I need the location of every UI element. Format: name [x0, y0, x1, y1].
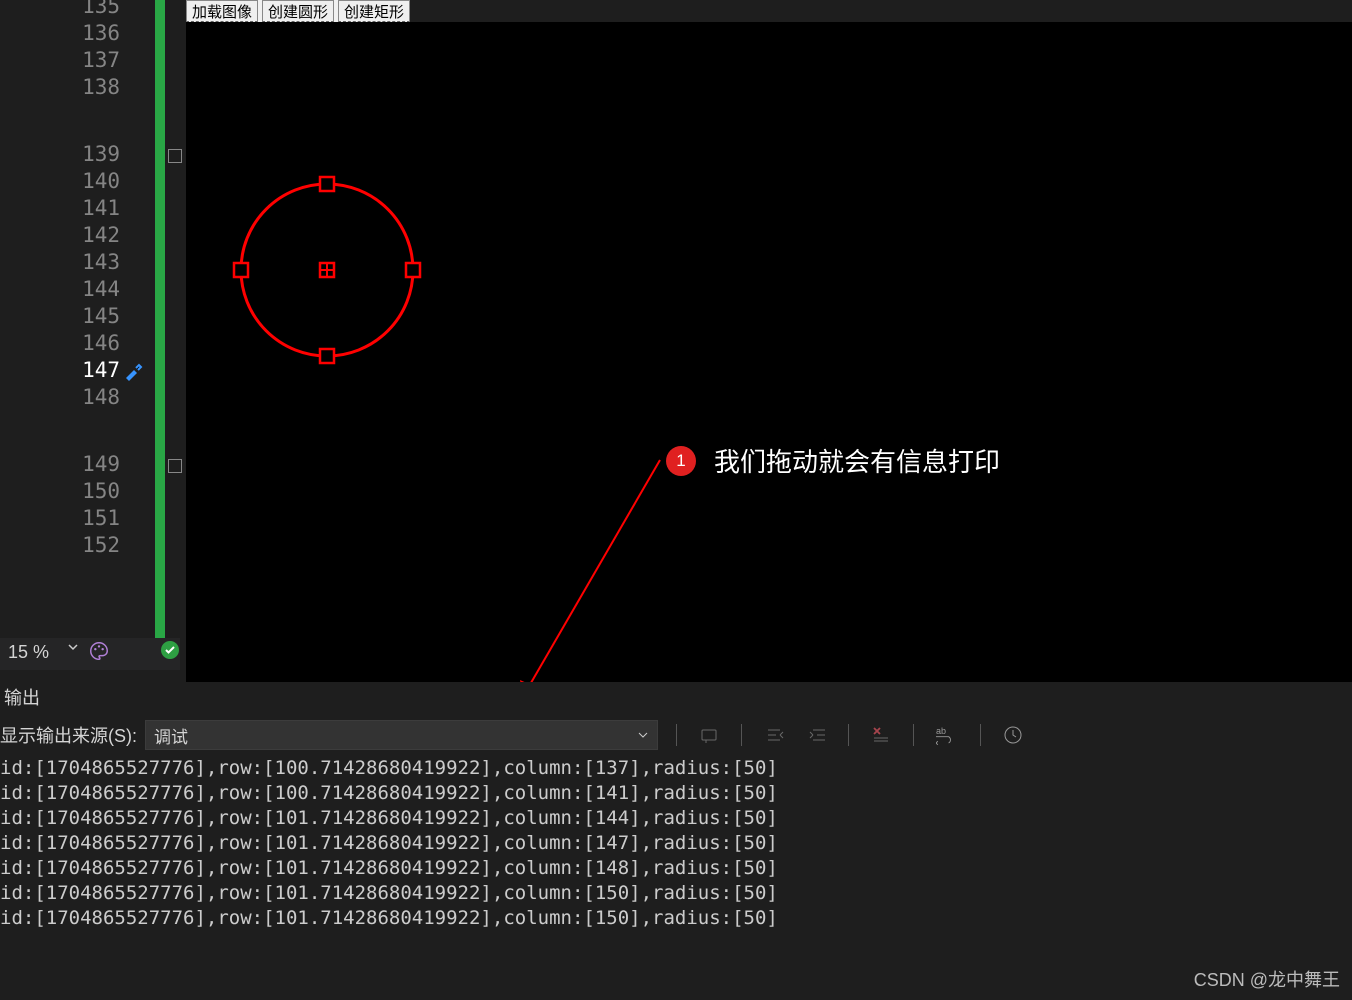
- line-number: 143: [0, 250, 120, 277]
- dropdown-icon[interactable]: [66, 640, 80, 659]
- divider: [848, 724, 849, 746]
- output-toolbar: 显示输出来源(S): 调试 ab: [0, 718, 1352, 752]
- create-rect-button[interactable]: 创建矩形: [338, 0, 410, 22]
- line-number: 142: [0, 223, 120, 250]
- line-number: 136: [0, 21, 120, 48]
- roi-handle[interactable]: [320, 349, 334, 363]
- line-number: 145: [0, 304, 120, 331]
- roi-handle[interactable]: [234, 263, 248, 277]
- indent-left-icon[interactable]: [764, 725, 784, 745]
- svg-text:ab: ab: [936, 726, 946, 736]
- word-wrap-icon[interactable]: ab: [936, 725, 958, 745]
- annotation-callout: 1 我们拖动就会有信息打印: [666, 442, 1000, 479]
- line-number: 148: [0, 385, 120, 412]
- output-source-label: 显示输出来源(S):: [0, 722, 137, 748]
- line-number: 138: [0, 75, 120, 102]
- line-number: 150: [0, 479, 120, 506]
- change-strip: [155, 0, 165, 638]
- line-number: 144: [0, 277, 120, 304]
- zoom-level[interactable]: 15 %: [0, 638, 57, 667]
- line-number: 139: [0, 142, 120, 169]
- palette-icon[interactable]: [88, 640, 110, 667]
- line-number: 147: [0, 358, 120, 385]
- output-source-value: 调试: [154, 723, 188, 748]
- divider: [980, 724, 981, 746]
- roi-circle[interactable]: [234, 177, 420, 363]
- clock-icon[interactable]: [1003, 725, 1023, 745]
- annotation-arrow: [520, 460, 660, 682]
- line-number: [0, 102, 120, 129]
- indent-right-icon[interactable]: [806, 725, 826, 745]
- check-icon: [160, 640, 180, 665]
- watermark: CSDN @龙中舞王: [1194, 966, 1340, 992]
- line-number: 152: [0, 533, 120, 560]
- find-icon[interactable]: [699, 725, 719, 745]
- line-number: 137: [0, 48, 120, 75]
- screwdriver-icon[interactable]: [122, 360, 144, 382]
- line-number: 135: [0, 0, 120, 21]
- divider: [741, 724, 742, 746]
- output-source-select[interactable]: 调试: [145, 720, 658, 750]
- divider: [913, 724, 914, 746]
- line-number: 141: [0, 196, 120, 223]
- load-image-button[interactable]: 加载图像: [186, 0, 258, 22]
- create-circle-button[interactable]: 创建圆形: [262, 0, 334, 22]
- line-number: 146: [0, 331, 120, 358]
- fold-marker[interactable]: [168, 149, 182, 163]
- divider: [676, 724, 677, 746]
- annotation-badge: 1: [666, 446, 696, 476]
- clear-icon[interactable]: [871, 725, 891, 745]
- line-gutter: 1351361371381391401411421431441451461471…: [0, 0, 180, 638]
- annotation-text: 我们拖动就会有信息打印: [714, 442, 1000, 479]
- app-toolbar: 加载图像 创建圆形 创建矩形: [186, 0, 410, 22]
- image-canvas[interactable]: 1 我们拖动就会有信息打印: [186, 22, 1352, 682]
- output-title: 输出: [0, 682, 44, 712]
- chevron-down-icon: [637, 729, 649, 741]
- output-panel: 输出 显示输出来源(S): 调试 ab id:[1704865527776],r…: [0, 682, 1352, 962]
- line-number: 151: [0, 506, 120, 533]
- line-number: 149: [0, 452, 120, 479]
- output-log[interactable]: id:[1704865527776],row:[100.714286804199…: [0, 756, 778, 931]
- line-number: [0, 412, 120, 439]
- roi-handle[interactable]: [320, 177, 334, 191]
- line-number: 140: [0, 169, 120, 196]
- roi-handle[interactable]: [406, 263, 420, 277]
- canvas-svg: [186, 22, 1352, 682]
- fold-marker[interactable]: [168, 459, 182, 473]
